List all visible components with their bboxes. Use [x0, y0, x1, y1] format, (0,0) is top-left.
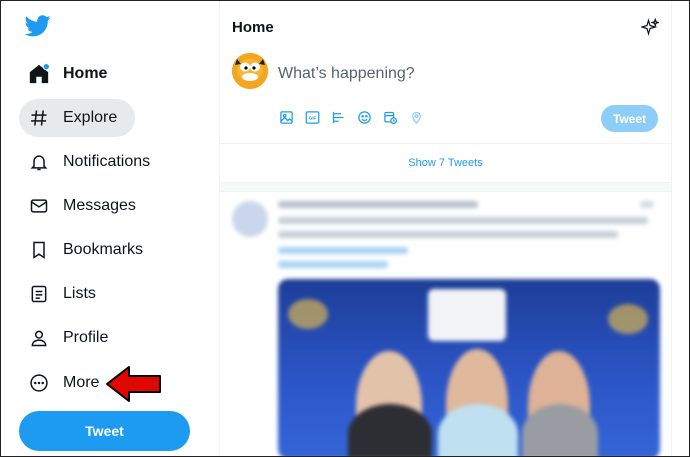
sidebar-item-bookmarks[interactable]: Bookmarks	[19, 231, 161, 269]
sidebar-item-explore[interactable]: Explore	[19, 99, 136, 137]
tweet-media[interactable]	[278, 279, 660, 456]
sidebar-item-more[interactable]: More	[19, 364, 117, 402]
tweet-card[interactable]	[220, 191, 671, 456]
annotation-arrow	[105, 365, 163, 408]
tweet-link-blurred	[278, 261, 388, 268]
avatar[interactable]	[232, 53, 268, 89]
bell-icon	[27, 150, 51, 174]
tweet-button[interactable]: Tweet	[19, 411, 190, 451]
sidebar-item-label: Lists	[63, 285, 96, 302]
timeline-header: Home	[220, 1, 671, 53]
hashtag-icon	[27, 106, 51, 130]
page-title: Home	[232, 19, 274, 36]
sidebar-item-label: Explore	[63, 109, 118, 126]
tweet-text-blurred	[278, 231, 618, 238]
show-new-tweets-link[interactable]: Show 7 Tweets	[220, 144, 671, 182]
more-circle-icon	[27, 371, 51, 395]
media-figure	[438, 404, 518, 456]
emoji-icon[interactable]	[356, 109, 372, 125]
media-decoration	[288, 299, 328, 329]
envelope-icon	[27, 194, 51, 218]
tweet-menu-blurred	[640, 201, 654, 208]
home-timeline: Home What’s happening? GIF Tweet Show 7 …	[219, 1, 672, 456]
media-logo-blurred	[428, 289, 506, 341]
media-decoration	[608, 304, 648, 334]
svg-text:GIF: GIF	[308, 115, 316, 120]
poll-icon[interactable]	[330, 109, 346, 125]
avatar	[232, 201, 268, 237]
compose-tweet-button[interactable]: Tweet	[601, 105, 658, 132]
sidebar-item-label: Bookmarks	[63, 241, 144, 258]
home-icon	[27, 62, 51, 86]
location-icon[interactable]	[408, 109, 424, 125]
sidebar-item-label: Notifications	[63, 153, 151, 170]
list-icon	[27, 282, 51, 306]
sidebar-item-notifications[interactable]: Notifications	[19, 143, 168, 181]
bookmark-icon	[27, 238, 51, 262]
sidebar-item-messages[interactable]: Messages	[19, 187, 154, 225]
sidebar-item-label: Profile	[63, 329, 109, 346]
app-window: Home Explore Notifications Messages Book	[0, 0, 690, 457]
person-icon	[27, 326, 51, 350]
tweet-link-blurred	[278, 247, 408, 254]
tweet-text-blurred	[278, 217, 648, 224]
image-icon[interactable]	[278, 109, 294, 125]
tweet-header-blurred	[278, 201, 478, 208]
sidebar-item-label: Home	[63, 65, 108, 82]
compose-toolbar: GIF	[278, 109, 424, 125]
sparkle-icon[interactable]	[639, 17, 661, 41]
sidebar-item-profile[interactable]: Profile	[19, 319, 126, 357]
schedule-icon[interactable]	[382, 109, 398, 125]
sidebar-item-label: More	[63, 374, 100, 391]
compose-input[interactable]: What’s happening?	[278, 65, 415, 83]
sidebar-item-lists[interactable]: Lists	[19, 275, 114, 313]
sidebar-item-label: Messages	[63, 197, 136, 214]
media-figure	[522, 404, 598, 456]
twitter-bird-icon[interactable]	[24, 15, 53, 43]
media-figure	[348, 404, 432, 456]
sidebar-item-home[interactable]: Home	[19, 55, 125, 93]
gif-icon[interactable]: GIF	[304, 109, 320, 125]
